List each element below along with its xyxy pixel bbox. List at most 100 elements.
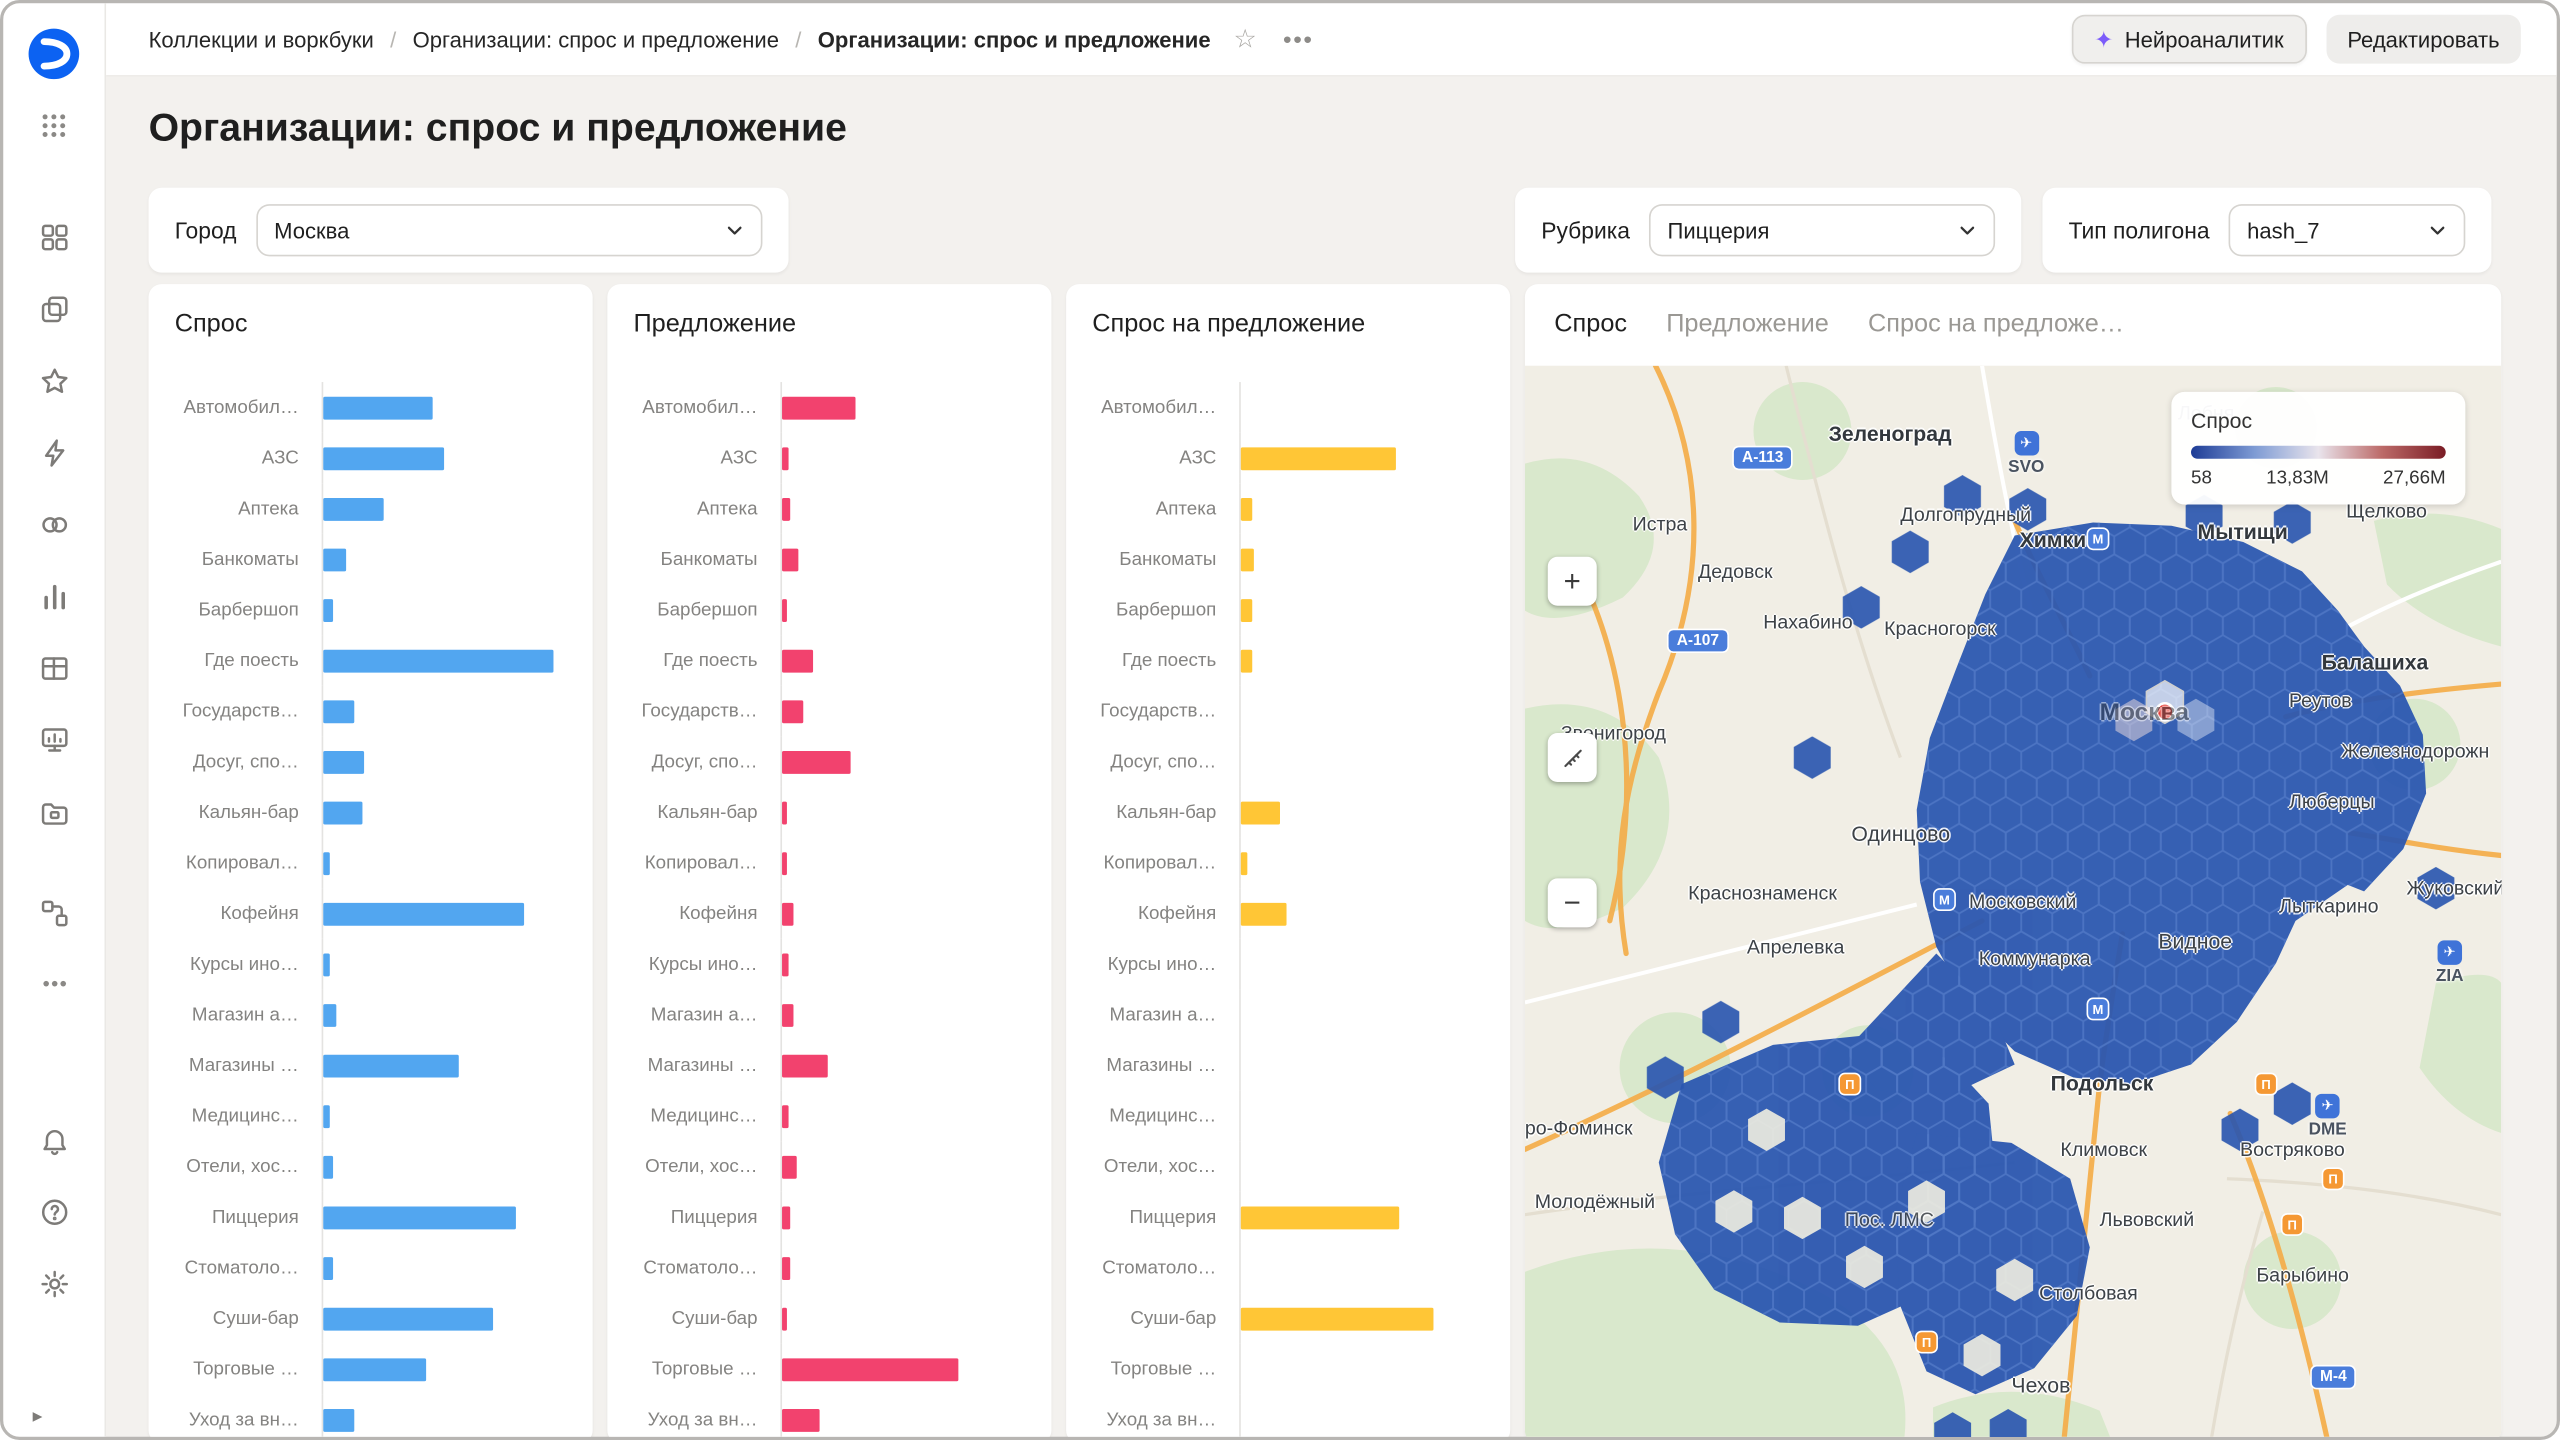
category-label: Кальян-бар (657, 802, 758, 823)
legend-max: 27,66М (2383, 468, 2446, 489)
presentations-icon[interactable] (31, 717, 77, 763)
chart-row: Государств… (633, 685, 1025, 737)
breadcrumb-current[interactable]: Организации: спрос и предложение (818, 27, 1211, 51)
services-icon[interactable] (31, 501, 77, 547)
apps-grid-icon[interactable] (31, 103, 77, 149)
bar[interactable] (782, 497, 791, 520)
more-sidebar-icon[interactable] (31, 960, 77, 1006)
tables-icon[interactable] (31, 645, 77, 691)
chart-row: АЗС (1092, 432, 1484, 484)
bar[interactable] (782, 952, 789, 976)
bar[interactable] (782, 1357, 959, 1381)
chart-row: Копировал… (633, 837, 1025, 889)
map-tab-ratio[interactable]: Спрос на предложе… (1868, 310, 2124, 339)
map-card: Спрос Предложение Спрос на предложе… Зел… (1524, 284, 2502, 1437)
bar[interactable] (782, 1053, 828, 1077)
bar[interactable] (782, 648, 814, 672)
bar[interactable] (323, 547, 347, 571)
chart-row: Суши-бар (175, 1293, 567, 1344)
neuroanalyst-button[interactable]: ✦ Нейроаналитик (2071, 14, 2307, 64)
charts-icon[interactable] (31, 573, 77, 619)
city-select[interactable]: Москва (256, 204, 763, 257)
polygon-select[interactable]: hash_7 (2229, 204, 2466, 257)
bar[interactable] (782, 1205, 791, 1229)
category-label: Кофейня (220, 903, 299, 924)
city-select-value: Москва (274, 217, 350, 243)
collections-icon[interactable] (31, 286, 77, 332)
favorites-icon[interactable] (31, 358, 77, 404)
bar[interactable] (323, 1256, 334, 1280)
edit-button[interactable]: Редактировать (2326, 14, 2521, 64)
bar[interactable] (782, 699, 804, 723)
bar[interactable] (782, 750, 851, 774)
quick-actions-icon[interactable] (31, 429, 77, 475)
bar[interactable] (1240, 1306, 1434, 1330)
map-tab-demand[interactable]: Спрос (1554, 310, 1627, 339)
bar[interactable] (1240, 800, 1280, 824)
bar[interactable] (782, 446, 789, 470)
bar[interactable] (323, 699, 355, 723)
bar[interactable] (1240, 902, 1287, 925)
rubric-select[interactable]: Пиццерия (1649, 204, 1996, 257)
ruler-button[interactable] (1547, 733, 1597, 783)
settings-icon[interactable] (31, 1260, 77, 1306)
bar[interactable] (782, 902, 794, 925)
bar[interactable] (1240, 547, 1254, 571)
bar[interactable] (1240, 598, 1253, 622)
dashboards-icon[interactable] (31, 214, 77, 260)
bar[interactable] (782, 598, 787, 622)
bar[interactable] (782, 800, 787, 824)
bar[interactable] (323, 1306, 494, 1330)
bar[interactable] (1240, 648, 1253, 672)
map-tab-supply[interactable]: Предложение (1666, 310, 1829, 339)
bar[interactable] (323, 395, 433, 419)
bar[interactable] (323, 1357, 427, 1381)
bar[interactable] (323, 648, 554, 672)
bar[interactable] (323, 446, 445, 470)
bar[interactable] (323, 902, 525, 925)
bar[interactable] (782, 1408, 820, 1432)
bar[interactable] (1240, 1205, 1400, 1229)
bar[interactable] (323, 1003, 337, 1027)
bar[interactable] (323, 1408, 355, 1432)
help-icon[interactable] (31, 1189, 77, 1235)
zoom-in-button[interactable]: + (1547, 556, 1597, 606)
bar[interactable] (782, 851, 787, 875)
bar[interactable] (782, 1155, 797, 1178)
top-header: Коллекции и воркбуки / Организации: спро… (106, 3, 2557, 77)
storage-icon[interactable] (31, 789, 77, 835)
bar[interactable] (782, 547, 799, 571)
bar[interactable] (782, 1104, 789, 1128)
more-actions-icon[interactable]: ••• (1283, 25, 1314, 53)
chart-row: Копировал… (1092, 837, 1484, 889)
bar[interactable] (323, 851, 330, 875)
map-canvas[interactable]: ЛобняЗеленоградДолгопрудныйХимкиМытищиЩе… (1524, 365, 2502, 1437)
favorite-star-icon[interactable]: ☆ (1233, 23, 1256, 56)
bar[interactable] (1240, 446, 1396, 470)
bar[interactable] (323, 598, 334, 622)
bar[interactable] (323, 1205, 516, 1229)
bar[interactable] (782, 395, 856, 419)
chart-row: Банкоматы (175, 533, 567, 585)
breadcrumb-workbook[interactable]: Организации: спрос и предложение (413, 27, 779, 51)
bar[interactable] (323, 497, 384, 520)
bar[interactable] (782, 1306, 787, 1330)
bar[interactable] (782, 1003, 794, 1027)
bar[interactable] (323, 1053, 459, 1077)
bar[interactable] (323, 1155, 334, 1178)
bar[interactable] (323, 1104, 330, 1128)
bar[interactable] (1240, 851, 1248, 875)
connections-icon[interactable] (31, 890, 77, 936)
zoom-out-button[interactable]: − (1547, 878, 1597, 928)
datalens-logo-icon[interactable] (26, 26, 82, 82)
collapse-panel-icon[interactable]: ▸ (3, 1404, 43, 1427)
breadcrumb-collections[interactable]: Коллекции и воркбуки (149, 27, 374, 51)
chart-row: Торговые … (175, 1343, 567, 1395)
notifications-icon[interactable] (31, 1118, 77, 1164)
bar[interactable] (323, 952, 330, 976)
bar[interactable] (1240, 497, 1253, 520)
bar[interactable] (782, 1256, 791, 1280)
bar[interactable] (323, 750, 365, 774)
dashboard-content: Организации: спрос и предложение Город М… (106, 77, 2557, 1437)
bar[interactable] (323, 800, 363, 824)
